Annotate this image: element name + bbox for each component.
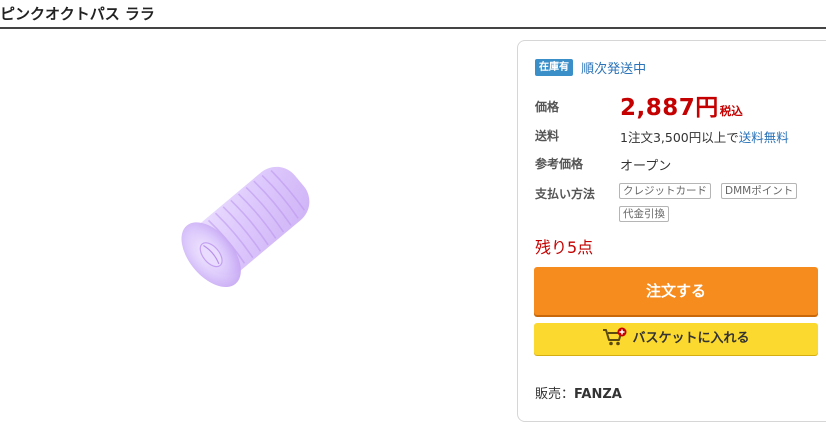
payment-method-cod: 代金引換	[619, 206, 669, 222]
seller-name: FANZA	[574, 387, 622, 402]
shopping-cart-plus-icon	[602, 327, 628, 347]
reference-price-value: オープン	[620, 159, 672, 174]
stock-status: 順次発送中	[581, 62, 647, 77]
payment-label: 支払い方法	[535, 187, 596, 201]
price-tax: 税込	[719, 104, 743, 118]
seller-info: 販売：FANZA	[535, 383, 622, 402]
shipping-text: 1注文3,500円以上で	[620, 130, 739, 145]
stock-badge: 在庫有	[535, 59, 573, 76]
stock-status-row: 在庫有 順次発送中	[535, 57, 646, 77]
product-image[interactable]	[160, 140, 330, 310]
price-value-group: 2,887円税込	[620, 88, 743, 122]
remaining-stock: 残り5点	[535, 238, 594, 257]
seller-label: 販売：	[535, 387, 575, 402]
payment-method-dmm-points: DMMポイント	[721, 183, 798, 199]
price-label: 価格	[535, 100, 560, 114]
purchase-panel: 在庫有 順次発送中 価格 2,887円税込 送料 1注文3,500円以上で送料無…	[517, 40, 826, 422]
product-title-bar: ピンクオクトパス ララ	[0, 0, 826, 29]
reference-price-label: 参考価格	[535, 157, 584, 171]
add-to-basket-label: バスケットに入れる	[632, 331, 750, 346]
order-button[interactable]: 注文する	[534, 267, 818, 315]
payment-row: 支払い方法 クレジットカード DMMポイント 代金引換	[535, 183, 825, 225]
payment-method-credit-card: クレジットカード	[619, 183, 711, 199]
shipping-text-group: 1注文3,500円以上で送料無料	[620, 127, 789, 146]
order-button-label: 注文する	[645, 282, 706, 300]
free-shipping-link[interactable]: 送料無料	[739, 130, 789, 145]
shipping-label: 送料	[535, 129, 560, 143]
product-title: ピンクオクトパス ララ	[0, 5, 155, 23]
price-value: 2,887円	[620, 95, 719, 121]
add-to-basket-button[interactable]: バスケットに入れる	[534, 323, 818, 355]
